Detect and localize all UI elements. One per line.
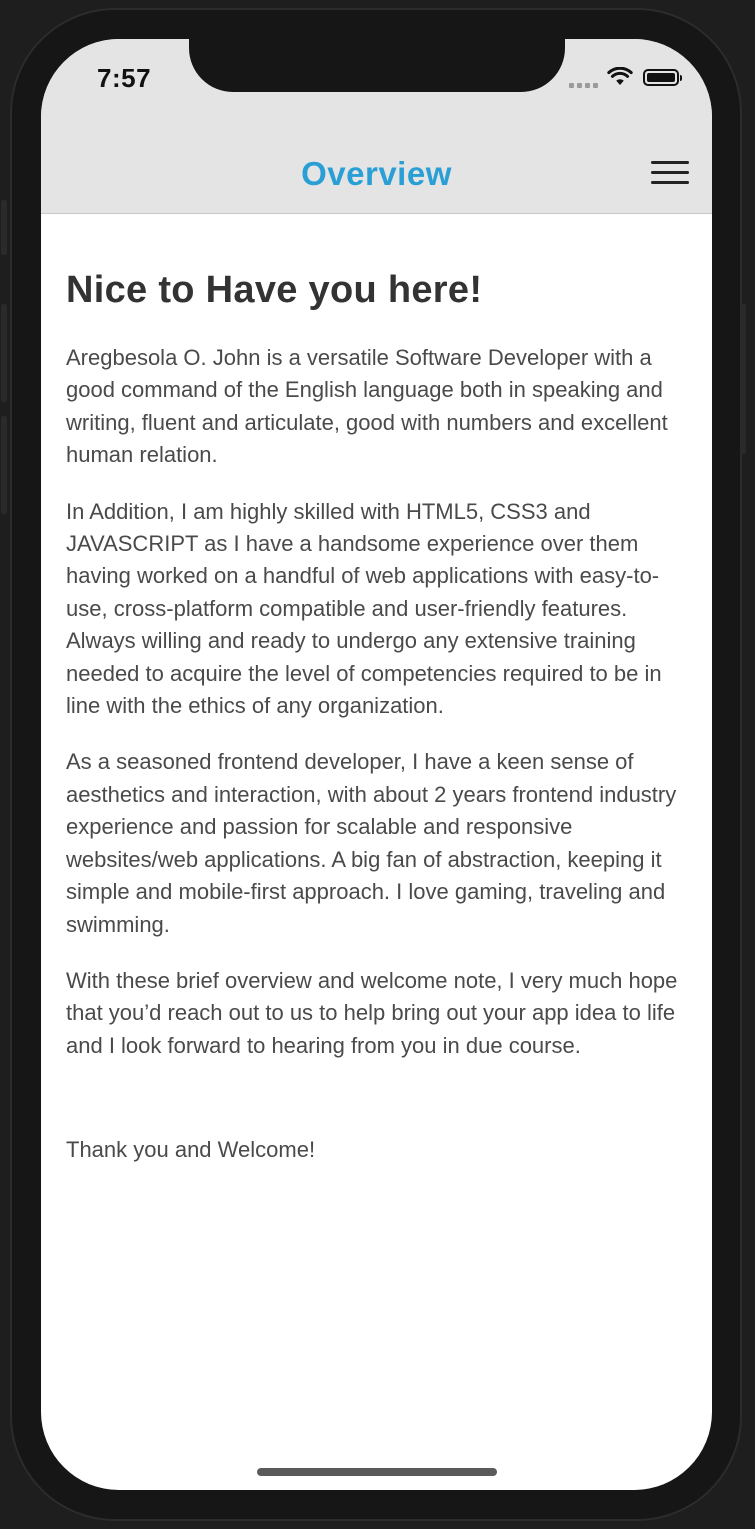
closing-line: Thank you and Welcome! [66, 1137, 316, 1163]
screen: 7:57 Overview Nice to Have you here! Are… [41, 39, 712, 1490]
power-button [740, 304, 746, 454]
cellular-signal-icon [569, 83, 598, 88]
welcome-note-paragraph: With these brief overview and welcome no… [66, 967, 678, 1058]
page-title: Overview [301, 155, 452, 192]
overview-content: Nice to Have you here! Aregbesola O. Joh… [66, 269, 688, 1191]
volume-up-button [1, 304, 7, 402]
experience-paragraph: As a seasoned frontend developer, I have… [66, 749, 677, 937]
status-time: 7:57 [97, 63, 152, 93]
silent-switch [1, 200, 7, 255]
welcome-heading: Nice to Have you here! [66, 269, 483, 311]
wifi-icon [607, 67, 633, 85]
home-indicator[interactable] [257, 1468, 497, 1476]
intro-paragraph: Aregbesola O. John is a versatile Softwa… [66, 345, 668, 468]
skills-paragraph: In Addition, I am highly skilled with HT… [66, 498, 662, 719]
battery-icon [643, 69, 682, 86]
volume-down-button [1, 416, 7, 514]
notch [189, 39, 565, 92]
hamburger-menu-icon[interactable] [651, 161, 689, 187]
nav-header: 7:57 Overview [41, 39, 712, 214]
